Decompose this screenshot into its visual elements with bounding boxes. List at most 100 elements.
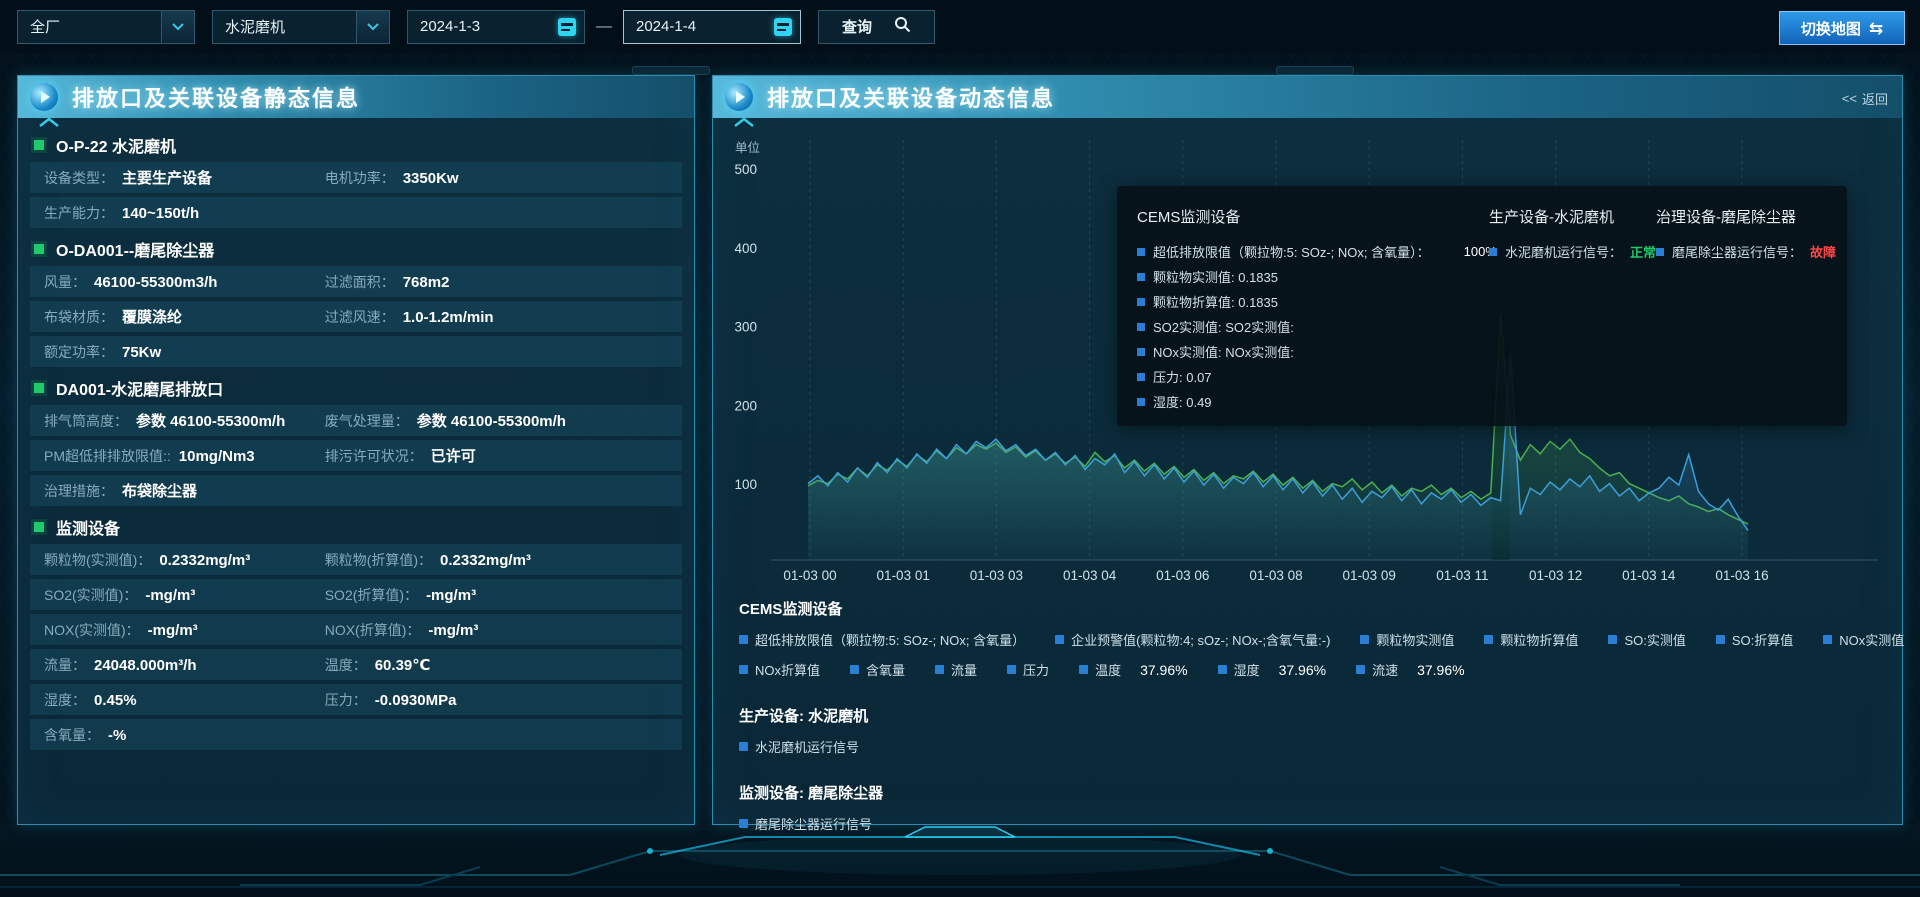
x-axis-tick: 01-03 12 — [1529, 568, 1582, 583]
query-button[interactable]: 查询 — [818, 10, 935, 44]
legend-item[interactable]: 水泥磨机运行信号 — [739, 737, 859, 756]
calendar-icon[interactable] — [558, 18, 576, 36]
tooltip-item-label: 水泥磨机运行信号： — [1505, 242, 1622, 261]
legend-item-label: 颗粒物折算值 — [1500, 630, 1578, 649]
legend-item-label: 水泥磨机运行信号 — [755, 737, 859, 756]
unit-label: 单位 — [735, 140, 760, 155]
info-cell: 排污许可状况：已许可 — [325, 445, 682, 466]
field-value: 0.45% — [94, 692, 137, 709]
back-link[interactable]: << 返回 — [1842, 89, 1888, 108]
plant-select-value: 全厂 — [30, 16, 60, 37]
legend-item[interactable]: NOx实测值 — [1823, 630, 1904, 649]
y-axis-tick: 200 — [734, 398, 757, 413]
field-label: 布袋材质： — [44, 307, 114, 327]
field-value: 0.2332mg/m³ — [159, 552, 250, 569]
scrollbar-handle[interactable] — [1276, 66, 1354, 75]
info-row: 风量：46100-55300m3/h过滤面积：768m2 — [30, 266, 682, 297]
legend-item-label: 企业预警值(颗粒物:4; sOz-; NOx-;含氧气量:-) — [1071, 630, 1330, 649]
tooltip-item: NOx实测值: NOx实测值: — [1137, 339, 1489, 364]
play-icon — [30, 83, 58, 111]
info-row: 湿度：0.45%压力：-0.0930MPa — [30, 684, 682, 715]
legend-item-label: 流速 — [1372, 660, 1398, 679]
legend-item[interactable]: 企业预警值(颗粒物:4; sOz-; NOx-;含氧气量:-) — [1055, 630, 1330, 649]
field-label: 过滤风速： — [325, 307, 395, 327]
info-cell: 设备类型：主要生产设备 — [44, 167, 325, 188]
field-value: -% — [108, 727, 126, 744]
legend-item[interactable]: NOx折算值 — [739, 660, 820, 679]
chevron-down-icon[interactable] — [356, 11, 389, 43]
legend-item-value: 37.96% — [1140, 662, 1187, 678]
tooltip-production-column: 生产设备-水泥磨机 水泥磨机运行信号： 正常 — [1489, 202, 1656, 410]
legend-item[interactable]: 流量 — [935, 660, 977, 679]
field-value: 覆膜涤纶 — [122, 306, 182, 327]
static-info-list: O-P-22 水泥磨机设备类型：主要生产设备电机功率：3350Kw生产能力：14… — [18, 118, 694, 750]
date-range-separator: — — [596, 18, 612, 36]
field-label: 风量： — [44, 272, 86, 292]
x-axis-tick: 01-03 01 — [877, 568, 930, 583]
plant-select[interactable]: 全厂 — [17, 10, 195, 44]
legend-item[interactable]: 颗粒物实测值 — [1360, 630, 1454, 649]
blue-square-icon — [1137, 298, 1145, 306]
info-cell: 湿度：0.45% — [44, 690, 325, 710]
legend-group-title-cems: CEMS监测设备 — [739, 598, 1876, 619]
legend-item[interactable]: SO:实测值 — [1608, 630, 1685, 649]
info-cell: 生产能力：140~150t/h — [44, 203, 682, 223]
device-select[interactable]: 水泥磨机 — [212, 10, 390, 44]
blue-square-icon — [1007, 665, 1016, 674]
legend-item[interactable]: 含氧量 — [850, 660, 905, 679]
device-select-value: 水泥磨机 — [225, 16, 285, 37]
info-cell: 流量：24048.000m³/h — [44, 655, 325, 675]
info-row: 颗粒物(实测值)：0.2332mg/m³颗粒物(折算值)：0.2332mg/m³ — [30, 544, 682, 575]
legend-item[interactable]: 温度 37.96% — [1079, 660, 1188, 679]
blue-square-icon — [1360, 635, 1369, 644]
end-date-input[interactable]: 2024-1-4 — [623, 10, 801, 44]
tooltip-item-label: 颗粒物实测值: 0.1835 — [1153, 267, 1278, 286]
footer-decoration — [0, 825, 1920, 892]
info-row: NOX(实测值)：-mg/m³NOX(折算值)：-mg/m³ — [30, 614, 682, 645]
blue-square-icon — [739, 665, 748, 674]
tooltip-item: 颗粒物折算值: 0.1835 — [1137, 289, 1489, 314]
tooltip-treatment-column: 治理设备-磨尾除尘器 磨尾除尘器运行信号： 故障 — [1656, 202, 1836, 410]
field-value: 布袋除尘器 — [122, 480, 197, 501]
x-axis-tick: 01-03 16 — [1715, 568, 1768, 583]
end-date-value: 2024-1-4 — [636, 18, 696, 35]
info-row: PM超低排排放限值::10mg/Nm3排污许可状况：已许可 — [30, 440, 682, 471]
blue-square-icon — [1137, 398, 1145, 406]
legend-item[interactable]: 超低排放限值（颗拉物:5: SOz-; NOx; 含氧量） — [739, 630, 1025, 649]
start-date-input[interactable]: 2024-1-3 — [407, 10, 585, 44]
legend-item-label: 颗粒物实测值 — [1376, 630, 1454, 649]
legend-item[interactable]: 湿度37.96% — [1218, 660, 1327, 679]
field-value: -0.0930MPa — [375, 692, 457, 709]
blue-square-icon — [1055, 635, 1064, 644]
x-axis-tick: 01-03 03 — [970, 568, 1023, 583]
scrollbar-handle[interactable] — [632, 66, 710, 75]
tooltip-item: 压力: 0.07 — [1137, 364, 1489, 389]
legend-item[interactable]: 压力 — [1007, 660, 1049, 679]
section-title: DA001-水泥磨尾排放口 — [30, 371, 682, 405]
legend-item[interactable]: 磨尾除尘器运行信号 — [739, 814, 872, 833]
x-axis-tick: 01-03 09 — [1343, 568, 1396, 583]
emissions-trend-chart[interactable]: 01-03 0001-03 0101-03 0301-03 0401-03 06… — [713, 118, 1902, 588]
field-value: -mg/m³ — [426, 587, 476, 604]
legend-item[interactable]: 流速37.96% — [1356, 660, 1465, 679]
blue-square-icon — [1716, 635, 1725, 644]
blue-square-icon — [1489, 248, 1497, 256]
field-value: -mg/m³ — [145, 587, 195, 604]
field-label: 设备类型： — [44, 168, 114, 188]
chevron-down-icon[interactable] — [161, 11, 194, 43]
info-cell: 风量：46100-55300m3/h — [44, 272, 325, 292]
y-axis-tick: 500 — [734, 162, 757, 177]
calendar-icon[interactable] — [774, 18, 792, 36]
tooltip-title: 生产设备-水泥磨机 — [1489, 206, 1656, 227]
info-cell: 布袋材质： 覆膜涤纶 — [44, 306, 325, 327]
section-title: O-DA001--磨尾除尘器 — [30, 232, 682, 266]
legend-item[interactable]: 颗粒物折算值 — [1484, 630, 1578, 649]
info-row: 生产能力：140~150t/h — [30, 197, 682, 228]
field-value: 60.39℃ — [375, 656, 431, 674]
legend-item-label: 温度 — [1095, 660, 1121, 679]
blue-square-icon — [1079, 665, 1088, 674]
legend-group-title-production: 生产设备: 水泥磨机 — [739, 705, 1876, 726]
switch-map-button[interactable]: 切换地图 ⇆ — [1779, 11, 1905, 45]
legend-item[interactable]: SO:折算值 — [1716, 630, 1793, 649]
dynamic-info-panel: 排放口及关联设备动态信息 << 返回 01-03 0001-03 0101-03… — [712, 75, 1903, 825]
